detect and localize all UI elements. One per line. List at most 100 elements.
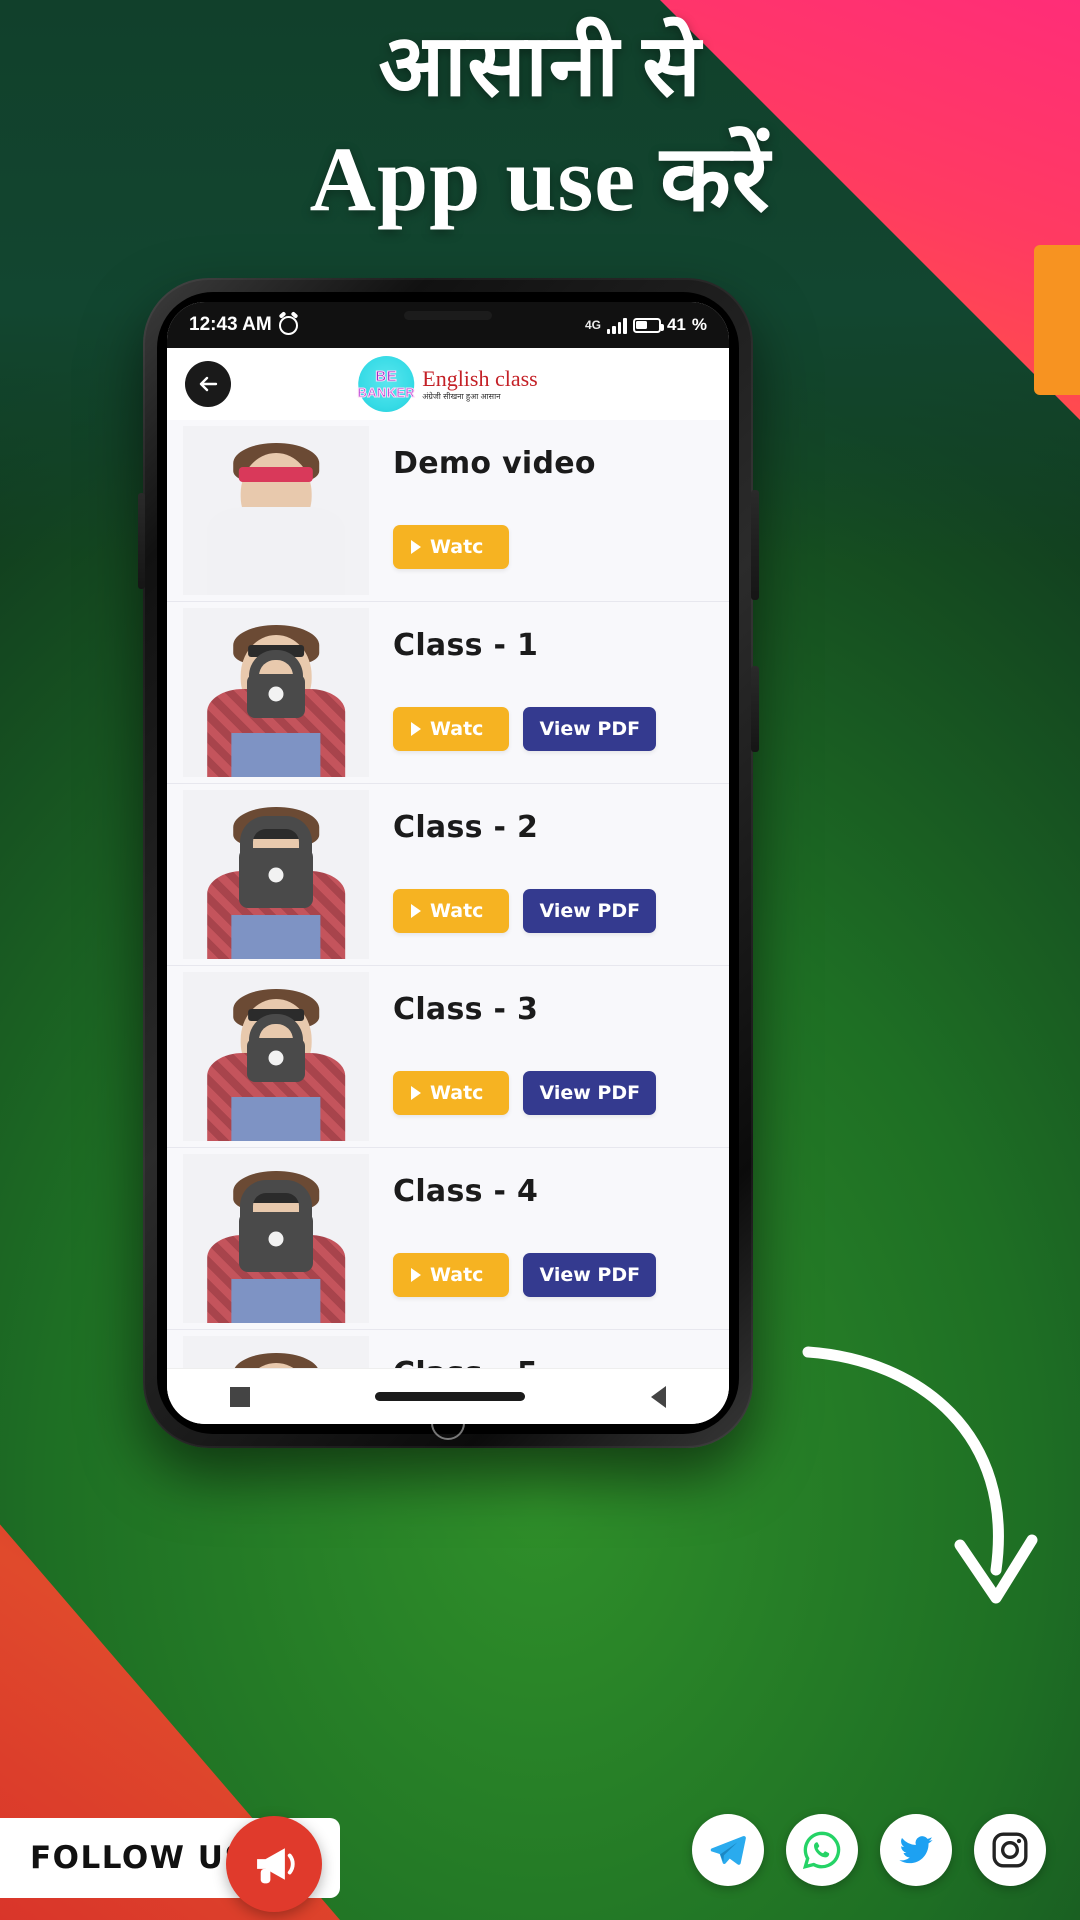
home-indicator-ring bbox=[431, 1406, 465, 1440]
lock-icon bbox=[239, 847, 313, 908]
class-title: Class - 1 bbox=[393, 628, 539, 663]
lock-icon bbox=[247, 1037, 305, 1082]
list-item-body: Demo video Watc bbox=[369, 420, 729, 601]
watch-button[interactable]: Watc bbox=[393, 1253, 510, 1297]
phone-mockup: 12:43 AM 4G 41 % BE BANKER English class… bbox=[138, 278, 759, 1448]
class-title: Demo video bbox=[393, 446, 596, 481]
status-time: 12:43 AM bbox=[189, 314, 272, 335]
promo-headline: आसानी से App use करें bbox=[0, 18, 1080, 235]
list-item[interactable]: Class - 1 Watc View PDF bbox=[167, 602, 729, 784]
watch-button-label: Watc bbox=[430, 1264, 484, 1286]
phone-side-button bbox=[751, 666, 759, 752]
watch-button-label: Watc bbox=[430, 536, 484, 558]
watch-button[interactable]: Watc bbox=[393, 707, 510, 751]
class-title: Class - 4 bbox=[393, 1174, 539, 1209]
be-banker-logo: BE BANKER bbox=[357, 356, 415, 412]
thumbnail-image bbox=[183, 1336, 369, 1368]
telegram-button[interactable] bbox=[692, 1814, 764, 1886]
headline-line-2: App use करें bbox=[309, 128, 771, 231]
list-item[interactable]: Demo video Watc bbox=[167, 420, 729, 602]
class-thumbnail bbox=[183, 608, 369, 777]
phone-screen: 12:43 AM 4G 41 % BE BANKER English class… bbox=[167, 302, 729, 1424]
view-pdf-button[interactable]: View PDF bbox=[523, 707, 657, 751]
logo-text-bottom: BANKER bbox=[357, 385, 415, 400]
megaphone-badge bbox=[226, 1816, 322, 1912]
class-thumbnail bbox=[183, 972, 369, 1141]
play-triangle-icon bbox=[411, 904, 421, 918]
list-item[interactable]: Class - 5 bbox=[167, 1330, 729, 1368]
status-bar: 12:43 AM 4G 41 % bbox=[167, 302, 729, 348]
whatsapp-button[interactable] bbox=[786, 1814, 858, 1886]
list-item-body: Class - 5 bbox=[369, 1330, 729, 1368]
view-pdf-button[interactable]: View PDF bbox=[523, 1253, 657, 1297]
twitter-button[interactable] bbox=[880, 1814, 952, 1886]
class-thumbnail bbox=[183, 790, 369, 959]
whatsapp-icon bbox=[802, 1831, 841, 1870]
status-bar-right: 4G 41 % bbox=[585, 315, 707, 335]
status-bar-left: 12:43 AM bbox=[189, 314, 298, 336]
brand-title: English class bbox=[422, 365, 538, 391]
view-pdf-button[interactable]: View PDF bbox=[523, 1071, 657, 1115]
instagram-icon bbox=[992, 1832, 1028, 1868]
orange-edge-tab bbox=[1034, 245, 1080, 395]
signal-bars-icon bbox=[606, 317, 627, 334]
logo-text-top: BE bbox=[375, 368, 398, 385]
list-item-actions: Watc View PDF bbox=[393, 1071, 711, 1129]
list-item-body: Class - 1 Watc View PDF bbox=[369, 602, 729, 783]
brand-block: BE BANKER English class अंग्रेजी सीखना ह… bbox=[357, 356, 538, 412]
watch-button[interactable]: Watc bbox=[393, 889, 510, 933]
watch-button-label: Watc bbox=[430, 718, 484, 740]
watch-button[interactable]: Watc bbox=[393, 1071, 510, 1115]
list-item-body: Class - 3 Watc View PDF bbox=[369, 966, 729, 1147]
list-item[interactable]: Class - 3 Watc View PDF bbox=[167, 966, 729, 1148]
class-title: Class - 2 bbox=[393, 810, 539, 845]
telegram-icon bbox=[710, 1835, 746, 1865]
battery-icon bbox=[632, 317, 664, 333]
watch-button-label: Watc bbox=[430, 900, 484, 922]
home-pill-icon[interactable] bbox=[375, 1392, 526, 1401]
list-item-body: Class - 2 Watc View PDF bbox=[369, 784, 729, 965]
play-triangle-icon bbox=[411, 540, 421, 554]
percent-symbol: % bbox=[691, 315, 707, 334]
class-thumbnail bbox=[183, 1154, 369, 1323]
back-triangle-icon[interactable] bbox=[651, 1385, 667, 1408]
headline-line-1: आसानी से bbox=[378, 18, 702, 114]
list-item-actions: Watc bbox=[393, 525, 711, 583]
class-title: Class - 3 bbox=[393, 992, 539, 1027]
list-item-actions: Watc View PDF bbox=[393, 1253, 711, 1311]
alarm-clock-icon bbox=[278, 315, 298, 335]
class-title: Class - 5 bbox=[393, 1356, 711, 1368]
network-type-label: 4G bbox=[584, 318, 601, 332]
phone-power-button bbox=[751, 490, 759, 600]
instagram-button[interactable] bbox=[974, 1814, 1046, 1886]
square-recents-icon[interactable] bbox=[229, 1386, 250, 1407]
lock-icon bbox=[247, 673, 305, 718]
brand-text: English class अंग्रेजी सीखना हुआ आसान bbox=[422, 365, 538, 401]
thumbnail-image bbox=[183, 426, 369, 595]
brand-subtitle: अंग्रेजी सीखना हुआ आसान bbox=[422, 391, 501, 401]
play-triangle-icon bbox=[411, 1268, 421, 1282]
megaphone-icon bbox=[257, 1848, 295, 1884]
watch-button[interactable]: Watc bbox=[393, 525, 510, 569]
list-item-actions: Watc View PDF bbox=[393, 707, 711, 765]
list-item[interactable]: Class - 2 Watc View PDF bbox=[167, 784, 729, 966]
class-thumbnail bbox=[183, 426, 369, 595]
twitter-icon bbox=[899, 1836, 933, 1864]
app-header: BE BANKER English class अंग्रेजी सीखना ह… bbox=[167, 348, 729, 420]
sunglasses-shape bbox=[238, 466, 314, 482]
back-arrow-icon bbox=[199, 376, 218, 392]
back-button[interactable] bbox=[185, 361, 231, 407]
list-item[interactable]: Class - 4 Watc View PDF bbox=[167, 1148, 729, 1330]
view-pdf-button[interactable]: View PDF bbox=[523, 889, 657, 933]
list-item-actions: Watc View PDF bbox=[393, 889, 711, 947]
class-list[interactable]: Demo video Watc Class - 1 Watc View PDF … bbox=[167, 420, 729, 1368]
phone-volume-button bbox=[138, 493, 145, 589]
curved-arrow-icon bbox=[802, 1346, 1038, 1604]
phone-notch bbox=[404, 311, 492, 320]
lock-icon bbox=[239, 1211, 313, 1272]
play-triangle-icon bbox=[411, 1086, 421, 1100]
class-thumbnail bbox=[183, 1336, 369, 1368]
battery-percent: 41 bbox=[666, 315, 686, 334]
play-triangle-icon bbox=[411, 722, 421, 736]
watch-button-label: Watc bbox=[430, 1082, 484, 1104]
